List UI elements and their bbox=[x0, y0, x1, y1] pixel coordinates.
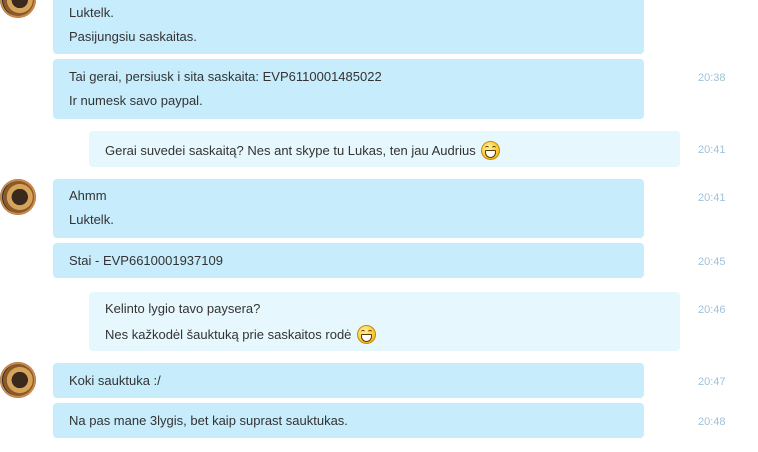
message-timestamp: 20:41 bbox=[698, 144, 726, 156]
message-timestamp: 20:46 bbox=[698, 304, 726, 316]
message-bubble-incoming: Ahmm Luktelk. bbox=[53, 179, 644, 238]
message-text-content: Gerai suvedei saskaitą? Nes ant skype tu… bbox=[105, 143, 476, 158]
avatar[interactable] bbox=[0, 179, 36, 215]
message-timestamp: 20:47 bbox=[698, 376, 726, 388]
message-text: Stai - EVP6610001937109 bbox=[69, 253, 223, 268]
message-text: Kelinto lygio tavo paysera? bbox=[105, 301, 261, 316]
message-text: Na pas mane 3lygis, bet kaip suprast sau… bbox=[69, 413, 348, 428]
message-text-content: Nes kažkodėl šauktuką prie saskaitos rod… bbox=[105, 327, 352, 342]
message-text: Koki sauktuka :/ bbox=[69, 373, 161, 388]
message-text: Ir numesk savo paypal. bbox=[69, 93, 203, 108]
message-text: Luktelk. bbox=[69, 212, 114, 227]
message-text: Gerai suvedei saskaitą? Nes ant skype tu… bbox=[105, 141, 501, 160]
message-text: Nes kažkodėl šauktuką prie saskaitos rod… bbox=[105, 325, 377, 344]
message-text: Pasijungsiu saskaitas. bbox=[69, 29, 197, 44]
message-bubble-incoming: Na pas mane 3lygis, bet kaip suprast sau… bbox=[53, 403, 644, 438]
message-timestamp: 20:38 bbox=[698, 72, 726, 84]
message-timestamp: 20:45 bbox=[698, 256, 726, 268]
message-bubble-incoming: Stai - EVP6610001937109 bbox=[53, 243, 644, 278]
message-bubble-incoming: Luktelk. Pasijungsiu saskaitas. bbox=[53, 0, 644, 54]
message-text: Ahmm bbox=[69, 188, 107, 203]
grinning-emoji-icon bbox=[481, 141, 501, 160]
avatar[interactable] bbox=[0, 362, 36, 398]
message-bubble-outgoing: Gerai suvedei saskaitą? Nes ant skype tu… bbox=[89, 131, 680, 167]
avatar[interactable] bbox=[0, 0, 36, 18]
message-bubble-incoming: Tai gerai, persiusk i sita saskaita: EVP… bbox=[53, 59, 644, 119]
message-text: Tai gerai, persiusk i sita saskaita: EVP… bbox=[69, 69, 382, 84]
message-timestamp: 20:41 bbox=[698, 192, 726, 204]
message-text: Luktelk. bbox=[69, 5, 114, 20]
message-bubble-outgoing: Kelinto lygio tavo paysera? Nes kažkodėl… bbox=[89, 292, 680, 351]
message-bubble-incoming: Koki sauktuka :/ bbox=[53, 363, 644, 398]
message-timestamp: 20:48 bbox=[698, 416, 726, 428]
grinning-emoji-icon bbox=[357, 325, 377, 344]
